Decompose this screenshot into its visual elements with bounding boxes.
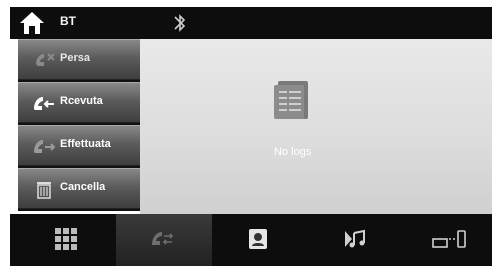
tab-dialpad[interactable] <box>20 214 116 266</box>
top-bar: BT <box>10 7 492 39</box>
page-title: BT <box>60 14 76 28</box>
document-icon <box>274 81 308 119</box>
received-call-icon <box>34 97 54 110</box>
call-log-panel: No logs <box>140 39 492 214</box>
sidebar: Persa Rcevuta Effettuata Cancella <box>18 39 140 211</box>
tab-music[interactable] <box>308 214 404 266</box>
sidebar-item-cancella[interactable]: Cancella <box>18 168 140 209</box>
trash-icon <box>37 182 51 199</box>
bluetooth-signal-icon <box>174 14 186 32</box>
bottom-nav <box>10 214 492 266</box>
empty-message: No logs <box>274 146 312 158</box>
home-icon[interactable] <box>18 10 46 36</box>
sidebar-item-label: Cancella <box>60 181 106 193</box>
devices-icon <box>432 230 466 248</box>
sidebar-item-effettuata[interactable]: Effettuata <box>18 125 140 166</box>
call-log-icon <box>152 232 174 245</box>
missed-call-icon <box>36 53 55 66</box>
dialpad-icon <box>55 228 77 250</box>
sidebar-item-label: Rcevuta <box>60 95 103 107</box>
bt-screen: BT No logs Persa Rcevuta Effettuata Canc… <box>0 0 496 266</box>
sidebar-item-label: Effettuata <box>60 138 111 150</box>
contacts-icon <box>249 229 267 249</box>
dialed-call-icon <box>34 140 56 153</box>
tab-call-log[interactable] <box>116 214 212 266</box>
sidebar-item-label: Persa <box>60 52 90 64</box>
tab-devices[interactable] <box>404 214 496 266</box>
tab-contacts[interactable] <box>212 214 308 266</box>
sidebar-item-persa[interactable]: Persa <box>18 39 140 80</box>
music-icon <box>345 229 365 248</box>
sidebar-item-rcevuta[interactable]: Rcevuta <box>18 82 140 123</box>
